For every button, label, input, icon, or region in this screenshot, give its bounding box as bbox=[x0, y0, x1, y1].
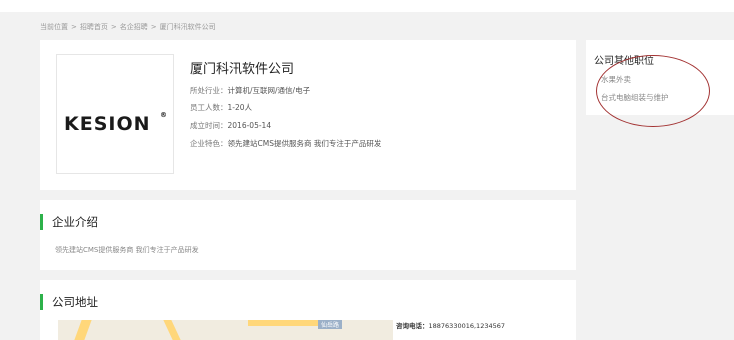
industry-row: 所处行业：计算机/互联网/通信/电子 bbox=[190, 85, 310, 96]
breadcrumb: 当前位置 > 招聘首页 > 名企招聘 > 厦门科汛软件公司 bbox=[40, 22, 216, 32]
feature-label: 企业特色： bbox=[190, 139, 228, 148]
breadcrumb-separator: > bbox=[110, 23, 117, 31]
phone-label: 咨询电话： bbox=[396, 322, 429, 330]
other-jobs-card: 公司其他职位 水果外卖 台式电脑组装与维护 bbox=[586, 40, 734, 115]
feature-value: 领先建站CMS提供服务商 我们专注于产品研发 bbox=[227, 139, 382, 148]
staff-row: 员工人数：1-20人 bbox=[190, 102, 252, 113]
logo-wordmark: KESION bbox=[64, 113, 151, 135]
contact-phone: 咨询电话：18876330016,1234567 bbox=[396, 320, 505, 330]
job-link-pc-assembly[interactable]: 台式电脑组装与维护 bbox=[601, 92, 669, 103]
founded-label: 成立时间： bbox=[190, 121, 228, 130]
breadcrumb-link-home[interactable]: 招聘首页 bbox=[80, 23, 108, 31]
industry-value: 计算机/互联网/通信/电子 bbox=[227, 86, 311, 95]
logo-registered-mark: ® bbox=[160, 111, 167, 119]
breadcrumb-current-label: 当前位置 bbox=[40, 23, 68, 31]
map-road bbox=[74, 320, 92, 340]
staff-label: 员工人数： bbox=[190, 103, 228, 112]
breadcrumb-current-page: 厦门科汛软件公司 bbox=[159, 23, 216, 31]
feature-row: 企业特色：领先建站CMS提供服务商 我们专注于产品研发 bbox=[190, 138, 381, 149]
address-card: 公司地址 仙岳路 咨询电话：18876330016,1234567 bbox=[40, 280, 576, 340]
map-road bbox=[163, 320, 181, 340]
job-link-fruit-delivery[interactable]: 水果外卖 bbox=[601, 74, 631, 85]
intro-text: 领先建站CMS提供服务商 我们专注于产品研发 bbox=[55, 246, 199, 254]
staff-value: 1-20人 bbox=[227, 103, 253, 112]
map-road bbox=[248, 320, 318, 326]
intro-title: 企业介绍 bbox=[40, 214, 98, 230]
phone-value: 18876330016,1234567 bbox=[428, 322, 506, 330]
map-street-label: 仙岳路 bbox=[318, 320, 343, 329]
top-bar bbox=[0, 0, 734, 12]
founded-row: 成立时间：2016-05-14 bbox=[190, 120, 271, 131]
address-title: 公司地址 bbox=[40, 294, 98, 310]
company-name: 厦门科汛软件公司 bbox=[190, 62, 295, 77]
breadcrumb-separator: > bbox=[71, 23, 77, 31]
intro-card: 企业介绍 领先建站CMS提供服务商 我们专注于产品研发 bbox=[40, 200, 576, 270]
other-jobs-title: 公司其他职位 bbox=[594, 56, 654, 67]
company-card: KESION ® 厦门科汛软件公司 所处行业：计算机/互联网/通信/电子 员工人… bbox=[40, 40, 576, 190]
location-map[interactable]: 仙岳路 bbox=[58, 320, 393, 340]
company-logo: KESION ® bbox=[56, 54, 174, 174]
breadcrumb-separator: > bbox=[150, 23, 157, 31]
founded-value: 2016-05-14 bbox=[227, 121, 272, 130]
industry-label: 所处行业： bbox=[190, 86, 228, 95]
breadcrumb-link-famous[interactable]: 名企招聘 bbox=[120, 23, 148, 31]
